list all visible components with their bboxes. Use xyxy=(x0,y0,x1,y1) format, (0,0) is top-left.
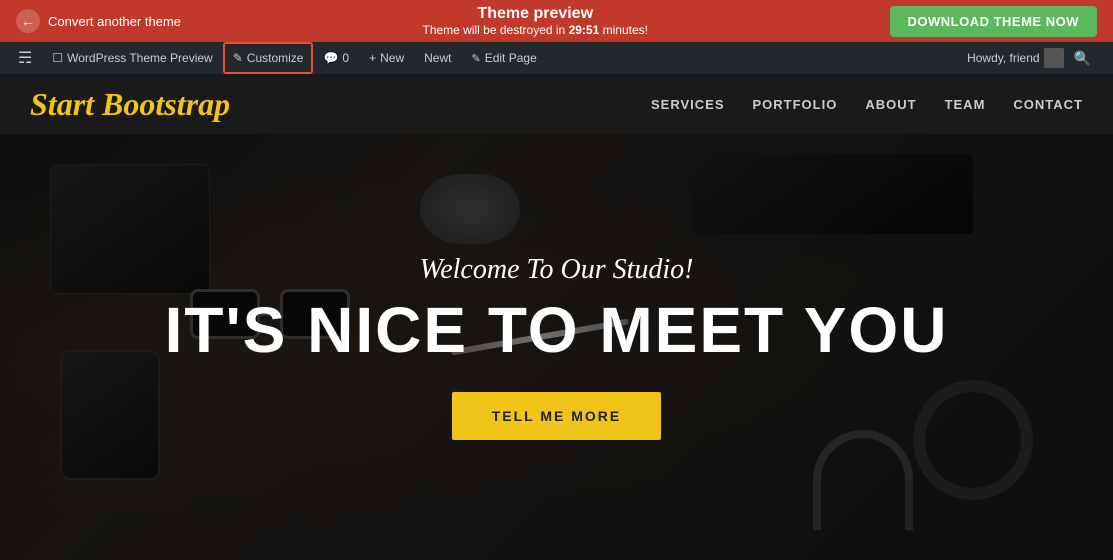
theme-preview-icon: ☐ xyxy=(52,51,63,65)
nav-contact[interactable]: CONTACT xyxy=(1013,97,1083,112)
theme-preview-subtitle: Theme will be destroyed in 29:51 minutes… xyxy=(423,23,648,37)
admin-right: Howdy, friend 🔍 xyxy=(959,48,1105,68)
search-icon[interactable]: 🔍 xyxy=(1068,50,1097,67)
new-label: New xyxy=(380,51,404,65)
site-logo[interactable]: Start Bootstrap xyxy=(30,86,230,123)
nav-portfolio[interactable]: PORTFOLIO xyxy=(753,97,838,112)
edit-page-item[interactable]: ✎ Edit Page xyxy=(461,42,546,74)
nav-team[interactable]: TEAM xyxy=(945,97,986,112)
customize-label: Customize xyxy=(247,51,304,65)
back-label: Convert another theme xyxy=(48,14,181,29)
nav-services[interactable]: SERVICES xyxy=(651,97,725,112)
newt-label: Newt xyxy=(424,51,451,65)
download-theme-button[interactable]: DOWNLOAD THEME NOW xyxy=(890,6,1097,37)
wp-icon: ☴ xyxy=(18,48,32,68)
wp-admin-bar: ☴ ☐ WordPress Theme Preview ✎ Customize … xyxy=(0,42,1113,74)
howdy-label: Howdy, friend xyxy=(967,51,1039,65)
site-header: Start Bootstrap SERVICES PORTFOLIO ABOUT… xyxy=(0,74,1113,134)
comments-item[interactable]: 💬 0 xyxy=(313,42,359,74)
new-item[interactable]: + New xyxy=(359,42,414,74)
theme-preview-info: Theme preview Theme will be destroyed in… xyxy=(423,5,648,37)
hero-subtitle: Welcome To Our Studio! xyxy=(165,254,949,286)
plus-icon: + xyxy=(369,51,376,65)
theme-preview-admin-item[interactable]: ☐ WordPress Theme Preview xyxy=(42,42,222,74)
newt-item[interactable]: Newt xyxy=(414,42,461,74)
site-nav: SERVICES PORTFOLIO ABOUT TEAM CONTACT xyxy=(651,97,1083,112)
wp-logo-icon[interactable]: ☴ xyxy=(8,42,42,74)
edit-label: Edit Page xyxy=(485,51,537,65)
comments-icon: 💬 xyxy=(323,51,338,65)
back-button[interactable]: ← Convert another theme xyxy=(16,9,181,33)
customize-icon: ✎ xyxy=(233,51,243,65)
nav-about[interactable]: ABOUT xyxy=(865,97,916,112)
hero-title: IT'S NICE TO MEET YOU xyxy=(165,298,949,362)
avatar xyxy=(1044,48,1064,68)
countdown: 29:51 xyxy=(569,23,600,37)
customize-button[interactable]: ✎ Customize xyxy=(223,42,314,74)
edit-icon: ✎ xyxy=(471,52,480,65)
back-icon: ← xyxy=(16,9,40,33)
top-banner: ← Convert another theme Theme preview Th… xyxy=(0,0,1113,42)
theme-preview-label: WordPress Theme Preview xyxy=(67,51,213,65)
hero-content: Welcome To Our Studio! IT'S NICE TO MEET… xyxy=(145,234,969,460)
hero-section: Welcome To Our Studio! IT'S NICE TO MEET… xyxy=(0,134,1113,560)
theme-preview-title: Theme preview xyxy=(423,5,648,23)
subtitle-text: Theme will be destroyed in xyxy=(423,23,566,37)
cta-button[interactable]: TELL ME MORE xyxy=(452,392,662,440)
comments-count: 0 xyxy=(342,51,349,65)
